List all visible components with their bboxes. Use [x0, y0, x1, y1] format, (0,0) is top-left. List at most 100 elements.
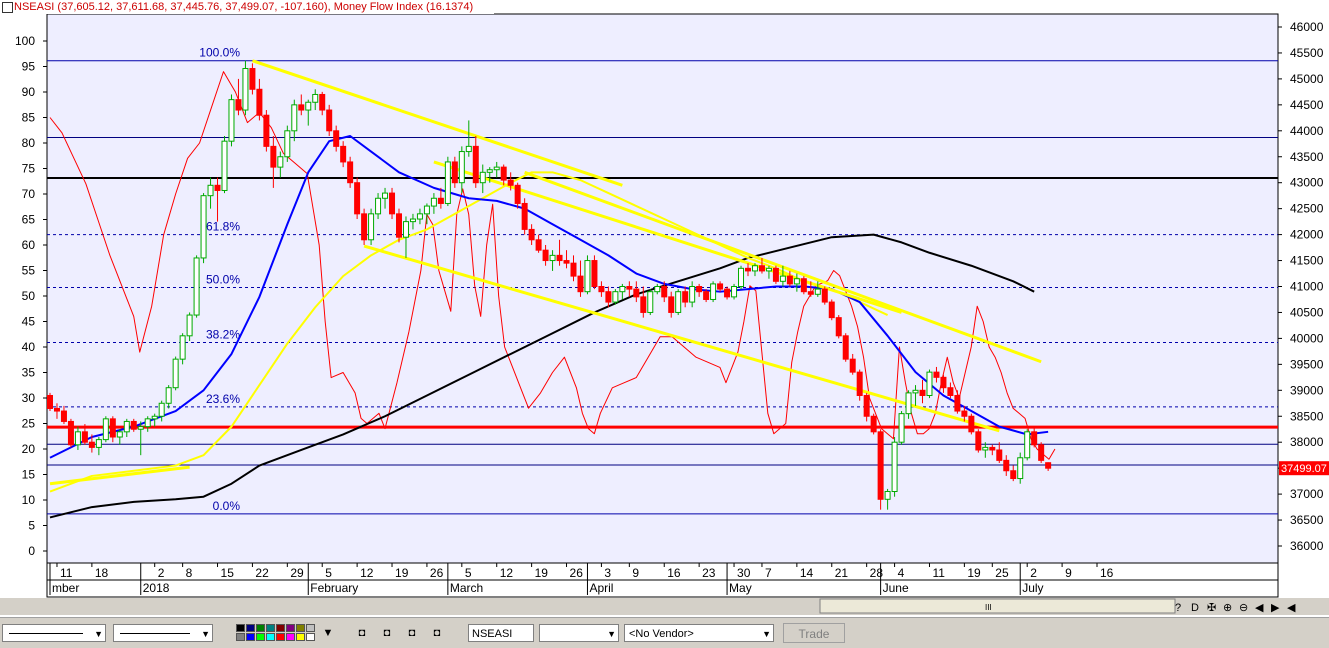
- x-axis-day-label: 4: [898, 566, 905, 580]
- candle-body: [856, 371, 863, 396]
- x-axis-day-label: 29: [290, 566, 304, 580]
- candle-body: [1031, 431, 1038, 446]
- candle-body: [354, 182, 361, 215]
- fib-level-label: 23.6%: [206, 392, 240, 406]
- fib-level-label: 50.0%: [206, 273, 240, 287]
- candle-body: [989, 446, 996, 451]
- candle-body: [919, 389, 926, 396]
- right-axis-tick-label: 45500: [1290, 46, 1324, 60]
- candle-body: [745, 267, 751, 272]
- candle-body: [102, 418, 109, 441]
- chart-tool-4-icon[interactable]: ◘: [427, 623, 447, 643]
- candle-body: [772, 267, 779, 282]
- candle-body: [870, 415, 877, 433]
- candle-body: [940, 376, 947, 389]
- vendor-dropdown[interactable]: <No Vendor> ▼: [624, 624, 774, 642]
- candle-body: [144, 418, 151, 428]
- candle-body: [982, 446, 989, 451]
- right-axis-tick-label: 39000: [1290, 383, 1324, 397]
- scrollbar-thumb[interactable]: [819, 598, 1176, 614]
- vendor-value: <No Vendor>: [629, 628, 694, 640]
- candle-body: [291, 104, 298, 132]
- candle-body: [47, 394, 53, 409]
- candle-body: [675, 291, 682, 313]
- chart-tool-3-icon[interactable]: ◘: [402, 623, 422, 643]
- candle-body: [765, 267, 772, 272]
- symbol-field[interactable]: NSEASI: [468, 624, 534, 642]
- line-style-dropdown[interactable]: ▼: [2, 624, 106, 642]
- chart-nav-icon: ✠: [1207, 602, 1216, 614]
- candle-body: [633, 288, 640, 298]
- candle-body: [891, 441, 898, 493]
- candle-body: [193, 257, 200, 316]
- x-axis-day-label: 25: [995, 566, 1009, 580]
- trade-button[interactable]: Trade: [783, 623, 845, 643]
- candle-body: [298, 104, 305, 111]
- line-width-dropdown[interactable]: ▼: [113, 624, 213, 642]
- candle-body: [81, 431, 88, 443]
- right-axis-tick-label: 45000: [1290, 72, 1324, 86]
- x-axis-day-label: 21: [835, 566, 849, 580]
- candle-body: [807, 291, 814, 295]
- candle-body: [382, 192, 389, 199]
- x-axis-day-label: 14: [800, 566, 814, 580]
- candle-body: [549, 254, 556, 262]
- candle-body: [570, 262, 577, 277]
- ohlc-readout: (37,605.12, 37,611.68, 37,445.76, 37,499…: [57, 1, 328, 13]
- right-axis-tick-label: 39500: [1290, 357, 1324, 371]
- candle-body: [689, 286, 696, 303]
- candle-body: [123, 420, 130, 433]
- candle-body: [535, 239, 542, 251]
- candle-body: [242, 68, 249, 111]
- chart-nav-icon: ▶: [1271, 602, 1280, 614]
- candle-body: [849, 358, 856, 373]
- candle-body: [877, 431, 884, 500]
- price-chart[interactable]: 0510152025303540455055606570758085909510…: [0, 0, 1329, 617]
- candle-body: [165, 387, 172, 404]
- candle-body: [793, 278, 800, 285]
- right-axis-tick-label: 44000: [1290, 124, 1324, 138]
- chart-tool-2-icon[interactable]: ◘: [377, 623, 397, 643]
- x-axis-day-label: 9: [1065, 566, 1072, 580]
- color-palette[interactable]: [236, 624, 320, 642]
- candle-body: [444, 161, 451, 204]
- candle-body: [717, 283, 724, 290]
- line-width-preview: [120, 633, 190, 634]
- candle-body: [305, 101, 312, 111]
- x-axis-day-label: 28: [870, 566, 884, 580]
- x-axis-day-label: 15: [221, 566, 235, 580]
- x-axis-month-label: March: [450, 581, 483, 595]
- chart-nav-icon: ⊖: [1239, 602, 1248, 614]
- left-axis-tick-label: 85: [22, 111, 36, 125]
- candle-body: [584, 260, 591, 293]
- x-axis-day-label: 5: [465, 566, 472, 580]
- scrollbar-grip-icon: III: [985, 603, 992, 612]
- chart-select-checkbox[interactable]: [2, 2, 13, 13]
- candle-body: [409, 218, 416, 223]
- chevron-down-icon: ▼: [94, 629, 103, 639]
- candle-body: [898, 413, 905, 443]
- candle-body: [863, 394, 870, 417]
- candle-body: [430, 197, 437, 207]
- period-dropdown[interactable]: ▼: [539, 624, 619, 642]
- candle-body: [528, 228, 535, 241]
- x-axis-day-label: 5: [325, 566, 332, 580]
- candle-body: [284, 130, 291, 158]
- fib-level-label: 0.0%: [213, 499, 241, 513]
- candle-body: [626, 286, 633, 290]
- x-axis-day-label: 26: [570, 566, 584, 580]
- candle-body: [361, 213, 368, 241]
- palette-dropdown-icon[interactable]: ▼: [318, 623, 338, 643]
- fib-level-label: 38.2%: [206, 328, 240, 342]
- candle-body: [751, 265, 758, 272]
- candle-body: [975, 431, 982, 451]
- left-axis-tick-label: 70: [22, 187, 36, 201]
- chart-tool-1-icon[interactable]: ◘: [352, 623, 372, 643]
- candle-body: [668, 296, 675, 313]
- candle-body: [738, 267, 745, 287]
- candle-body: [842, 335, 849, 360]
- candle-body: [1045, 462, 1052, 469]
- chart-nav-icon: D: [1191, 602, 1199, 614]
- candle-body: [67, 420, 74, 446]
- left-axis-tick-label: 80: [22, 136, 36, 150]
